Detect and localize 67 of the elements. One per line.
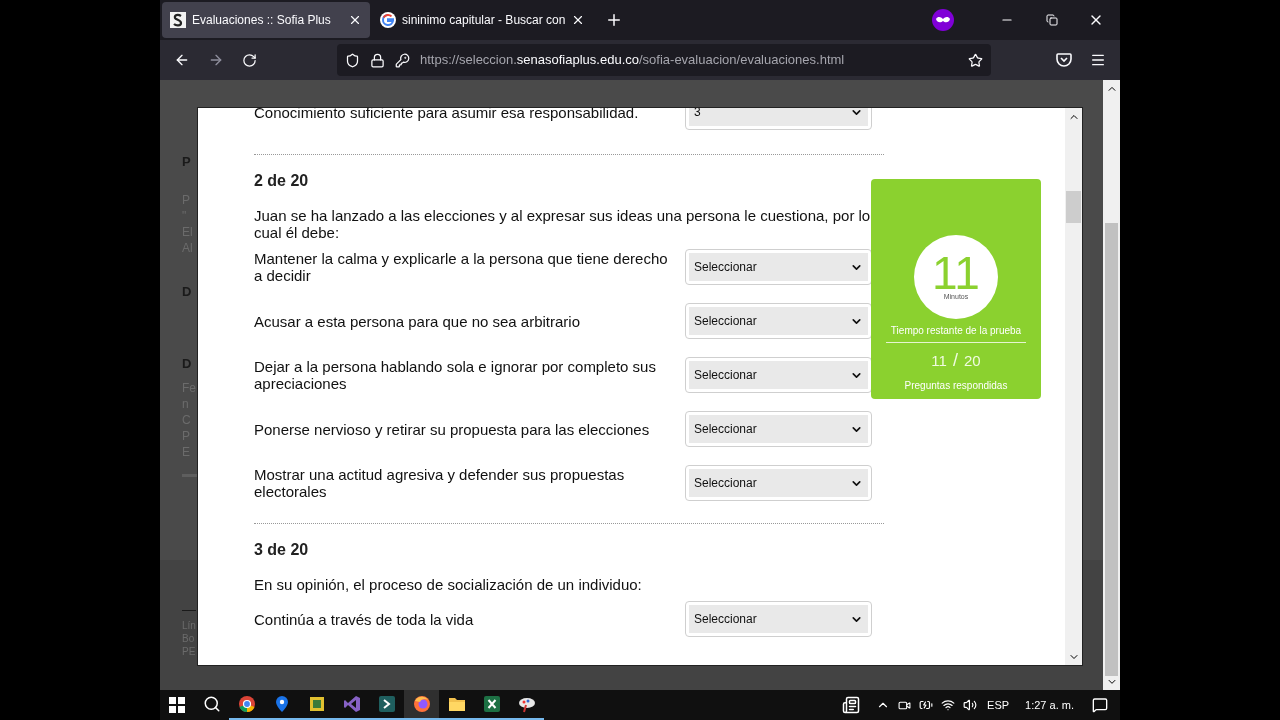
shield-icon: [345, 52, 360, 68]
address-bar[interactable]: https://seleccion.senasofiaplus.edu.co/sofia-evaluacion/evaluaciones.html: [337, 44, 991, 76]
chrome-icon[interactable]: [237, 695, 256, 713]
answer-select[interactable]: Seleccionar: [685, 357, 872, 393]
background-text: ": [182, 208, 187, 224]
sofia-logo-icon: [170, 12, 186, 28]
timer-caption: Tiempo restante de la prueba: [886, 323, 1026, 343]
total-count: 20: [963, 351, 981, 371]
windows-start-icon[interactable]: [169, 697, 185, 713]
news-icon[interactable]: [842, 696, 861, 714]
scrollbar-thumb[interactable]: [1066, 191, 1081, 223]
url-text: https://seleccion.senasofiaplus.edu.co/sofia-evaluacion/evaluaciones.html: [420, 51, 846, 70]
answer-select[interactable]: Seleccionar: [685, 465, 872, 501]
folder-icon[interactable]: [447, 696, 466, 712]
close-icon[interactable]: [348, 13, 362, 27]
visual-studio-icon[interactable]: [342, 695, 361, 713]
battery-icon[interactable]: [919, 698, 934, 712]
answer-select[interactable]: Seleccionar: [685, 249, 872, 285]
taskbar-app[interactable]: [404, 690, 439, 720]
answer-select[interactable]: Seleccionar: [685, 411, 872, 447]
answer-option-text: Mantener la calma y explicarle a la persona que tiene derecho a decidir: [254, 250, 669, 284]
answer-option-text: Mostrar una actitud agresiva y defender sus propuestas electorales: [254, 466, 626, 500]
browser-tab[interactable]: sininimo capitular - Buscar con: [372, 2, 594, 38]
question-number: 3 de 20: [254, 540, 310, 560]
answer-select[interactable]: Seleccionar: [685, 303, 872, 339]
google-logo-icon: [380, 12, 396, 28]
language-indicator[interactable]: ESP: [987, 696, 1010, 714]
answer-option-text: Dejar a la persona hablando sola e ignorar por completo sus apreciaciones: [254, 358, 657, 392]
private-mask-icon: [932, 9, 954, 31]
answer-option-text: Acusar a esta persona para que no sea arbitrario: [254, 312, 582, 330]
forward-icon[interactable]: [208, 52, 224, 68]
map-pin-icon[interactable]: [273, 695, 290, 713]
reload-icon[interactable]: [242, 52, 257, 68]
firefox-icon[interactable]: [412, 695, 431, 713]
tab-title: sininimo capitular - Buscar con: [402, 12, 566, 29]
terminal-icon[interactable]: [377, 695, 396, 713]
key-icon: [395, 52, 410, 68]
browser-tab[interactable]: Evaluaciones :: Sofia Plus: [162, 2, 370, 38]
answer-select[interactable]: Seleccionar: [685, 601, 872, 637]
answer-option-text: Ponerse nervioso y retirar su propuesta para las elecciones: [254, 420, 651, 438]
tool-icon[interactable]: [307, 695, 326, 713]
back-icon[interactable]: [174, 52, 190, 68]
spreadsheet-icon[interactable]: [482, 695, 501, 713]
volume-icon[interactable]: [963, 698, 978, 712]
search-icon[interactable]: [202, 695, 221, 713]
answer-option-text: Continúa a través de toda la vida: [254, 610, 475, 628]
tab-title: Evaluaciones :: Sofia Plus: [192, 12, 332, 29]
minutes-count: 11: [932, 253, 980, 293]
page-scrollbar[interactable]: [1103, 80, 1120, 690]
menu-icon[interactable]: [1090, 52, 1106, 68]
notifications-icon[interactable]: [1092, 697, 1108, 713]
slash-separator: /: [952, 349, 958, 372]
answered-caption: Preguntas respondidas: [904, 379, 1008, 393]
question-prompt: En su opinión, el proceso de socialización de un individuo:: [254, 576, 643, 593]
clock-time[interactable]: 1:27 a. m.: [1025, 696, 1074, 714]
answer-select[interactable]: 3: [685, 108, 872, 130]
dialog-scrollbar[interactable]: [1065, 108, 1082, 665]
question-number: 2 de 20: [254, 171, 310, 191]
bookmark-star-icon[interactable]: [968, 52, 983, 68]
restore-icon[interactable]: [1046, 14, 1058, 26]
answered-count: 11: [931, 351, 947, 371]
pocket-icon[interactable]: [1056, 52, 1072, 68]
question-prompt: Juan se ha lanzado a las elecciones y al expresar sus ideas una persona le cuestiona, por lo cual él debe:: [254, 207, 872, 241]
palette-icon[interactable]: [517, 695, 536, 713]
scrollbar-thumb[interactable]: [1105, 222, 1118, 677]
lock-icon: [370, 52, 385, 68]
wifi-icon[interactable]: [941, 698, 956, 712]
